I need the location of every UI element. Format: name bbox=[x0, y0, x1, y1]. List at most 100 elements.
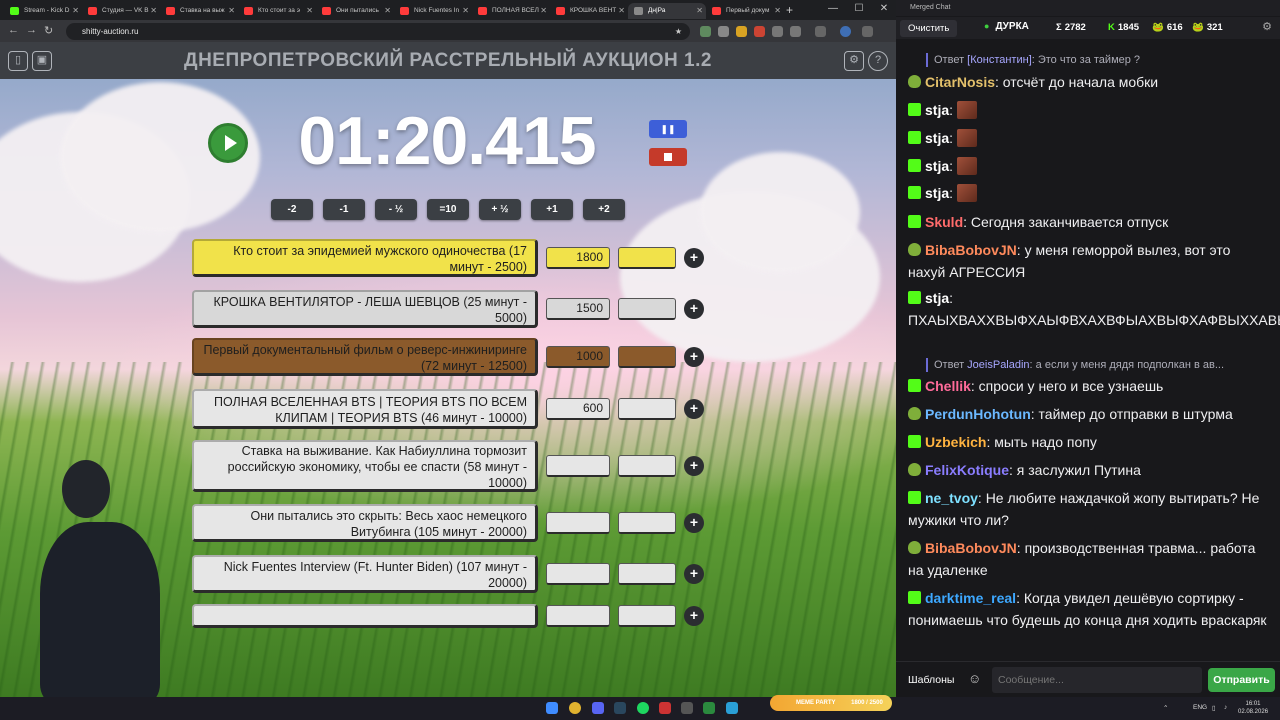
chat-username[interactable]: Chellik bbox=[925, 378, 971, 394]
lot-add-amount-input[interactable] bbox=[618, 398, 676, 420]
add-to-lot-button[interactable]: + bbox=[684, 606, 704, 626]
menu-icon[interactable] bbox=[862, 26, 873, 37]
pause-button[interactable]: ❚❚ bbox=[649, 120, 687, 138]
volume-icon[interactable]: ♪ bbox=[1224, 704, 1227, 711]
minimize-button[interactable]: — bbox=[820, 3, 846, 14]
chat-message-input[interactable] bbox=[992, 667, 1202, 693]
chat-username[interactable]: stja bbox=[925, 130, 949, 146]
lot-amount-input[interactable] bbox=[546, 563, 610, 585]
lot-amount-input[interactable]: 1000 bbox=[546, 346, 610, 368]
add-to-lot-button[interactable]: + bbox=[684, 299, 704, 319]
extension-icon[interactable] bbox=[772, 26, 783, 37]
lot-add-amount-input[interactable] bbox=[618, 563, 676, 585]
reply-user[interactable]: JoeisPaladin bbox=[967, 359, 1029, 371]
browser-tab[interactable]: Дн|Ра ✕ bbox=[628, 3, 706, 19]
lot-add-amount-input[interactable] bbox=[618, 346, 676, 368]
time-step-button[interactable]: -1 bbox=[323, 199, 365, 220]
close-window-button[interactable]: ✕ bbox=[871, 3, 897, 14]
gear-icon[interactable]: ⚙ bbox=[1262, 20, 1272, 33]
app-icon[interactable] bbox=[659, 702, 671, 714]
back-icon[interactable]: ← bbox=[8, 24, 19, 36]
browser-tab[interactable]: Кто стоит за э ✕ bbox=[238, 3, 316, 19]
steam-icon[interactable] bbox=[614, 702, 626, 714]
extension-icon[interactable] bbox=[700, 26, 711, 37]
time-step-button[interactable]: + ½ bbox=[479, 199, 521, 220]
gear-icon[interactable]: ⚙ bbox=[844, 51, 864, 71]
browser-tab[interactable]: Nick Fuentes In ✕ bbox=[394, 3, 472, 19]
send-button[interactable]: Отправить bbox=[1208, 668, 1275, 692]
profile-avatar[interactable] bbox=[840, 26, 851, 37]
lot-amount-input[interactable]: 1800 bbox=[546, 247, 610, 269]
app-icon[interactable] bbox=[703, 702, 715, 714]
chat-username[interactable]: stja bbox=[925, 290, 949, 306]
tab-close-icon[interactable]: ✕ bbox=[774, 3, 781, 19]
lot-name-field[interactable]: Кто стоит за эпидемией мужского одиночес… bbox=[192, 239, 538, 277]
chat-username[interactable]: BibaBobovJN bbox=[925, 540, 1017, 556]
lot-name-field[interactable]: Они пытались это скрыть: Весь хаос немец… bbox=[192, 504, 538, 542]
time-step-button[interactable]: =10 bbox=[427, 199, 469, 220]
tab-close-icon[interactable]: ✕ bbox=[618, 3, 625, 19]
add-to-lot-button[interactable]: + bbox=[684, 564, 704, 584]
chat-username[interactable]: darktime_real bbox=[925, 590, 1016, 606]
chat-username[interactable]: Skuld bbox=[925, 214, 963, 230]
chat-username[interactable]: FelixKotique bbox=[925, 462, 1009, 478]
time-step-button[interactable]: +2 bbox=[583, 199, 625, 220]
add-to-lot-button[interactable]: + bbox=[684, 456, 704, 476]
chat-username[interactable]: stja bbox=[925, 158, 949, 174]
lot-name-field[interactable] bbox=[192, 604, 538, 628]
chat-username[interactable]: stja bbox=[925, 185, 949, 201]
tab-close-icon[interactable]: ✕ bbox=[150, 3, 157, 19]
templates-button[interactable]: Шаблоны bbox=[902, 669, 960, 691]
chrome-icon[interactable] bbox=[569, 702, 581, 714]
reload-icon[interactable]: ↻ bbox=[44, 24, 53, 37]
add-to-lot-button[interactable]: + bbox=[684, 248, 704, 268]
browser-tab[interactable]: ПОЛНАЯ ВСЕЛ ✕ bbox=[472, 3, 550, 19]
tab-close-icon[interactable]: ✕ bbox=[540, 3, 547, 19]
lot-add-amount-input[interactable] bbox=[618, 455, 676, 477]
lot-add-amount-input[interactable] bbox=[618, 512, 676, 534]
tab-close-icon[interactable]: ✕ bbox=[384, 3, 391, 19]
start-icon[interactable] bbox=[546, 702, 558, 714]
game-widget[interactable]: MEME PARTY 1800 / 2500 bbox=[770, 695, 892, 711]
lot-name-field[interactable]: Первый документальный фильм о реверс-инж… bbox=[192, 338, 538, 376]
telegram-icon[interactable] bbox=[726, 702, 738, 714]
chat-username[interactable]: CitarNosis bbox=[925, 74, 995, 90]
chevron-up-icon[interactable]: ⌃ bbox=[1163, 704, 1168, 712]
extension-icon[interactable] bbox=[790, 26, 801, 37]
tab-close-icon[interactable]: ✕ bbox=[228, 3, 235, 19]
chat-username[interactable]: ne_tvoy bbox=[925, 490, 978, 506]
spotify-icon[interactable] bbox=[637, 702, 649, 714]
lot-name-field[interactable]: Ставка на выживание. Как Набиуллина торм… bbox=[192, 440, 538, 492]
discord-icon[interactable] bbox=[592, 702, 604, 714]
chat-username[interactable]: stja bbox=[925, 102, 949, 118]
add-to-lot-button[interactable]: + bbox=[684, 513, 704, 533]
lot-amount-input[interactable] bbox=[546, 512, 610, 534]
lot-amount-input[interactable] bbox=[546, 455, 610, 477]
time-step-button[interactable]: - ½ bbox=[375, 199, 417, 220]
download-icon[interactable] bbox=[815, 26, 826, 37]
bookmark-star-icon[interactable]: ★ bbox=[675, 23, 682, 40]
tab-close-icon[interactable]: ✕ bbox=[72, 3, 79, 19]
lot-amount-input[interactable]: 600 bbox=[546, 398, 610, 420]
lot-add-amount-input[interactable] bbox=[618, 605, 676, 627]
language-indicator[interactable]: ENG bbox=[1193, 704, 1207, 711]
chat-username[interactable]: PerdunHohotun bbox=[925, 406, 1031, 422]
lot-name-field[interactable]: ПОЛНАЯ ВСЕЛЕННАЯ BTS | ТЕОРИЯ BTS ПО ВСЕ… bbox=[192, 389, 538, 429]
chat-username[interactable]: Uzbekich bbox=[925, 434, 986, 450]
maximize-button[interactable]: ☐ bbox=[846, 3, 872, 14]
extension-icon[interactable] bbox=[754, 26, 765, 37]
emoji-icon[interactable]: ☺ bbox=[968, 671, 981, 686]
extension-icon[interactable] bbox=[736, 26, 747, 37]
extension-icon[interactable] bbox=[718, 26, 729, 37]
time-step-button[interactable]: -2 bbox=[271, 199, 313, 220]
lot-amount-input[interactable]: 1500 bbox=[546, 298, 610, 320]
address-bar[interactable]: shitty-auction.ru ★ bbox=[66, 23, 690, 40]
lot-name-field[interactable]: КРОШКА ВЕНТИЛЯТОР - ЛЕША ШЕВЦОВ (25 мину… bbox=[192, 290, 538, 328]
tab-close-icon[interactable]: ✕ bbox=[462, 3, 469, 19]
stop-button[interactable] bbox=[649, 148, 687, 166]
browser-tab[interactable]: Ставка на выж ✕ bbox=[160, 3, 238, 19]
add-to-lot-button[interactable]: + bbox=[684, 399, 704, 419]
lot-amount-input[interactable] bbox=[546, 605, 610, 627]
browser-tab[interactable]: Первый докум ✕ bbox=[706, 3, 784, 19]
tab-close-icon[interactable]: ✕ bbox=[306, 3, 313, 19]
